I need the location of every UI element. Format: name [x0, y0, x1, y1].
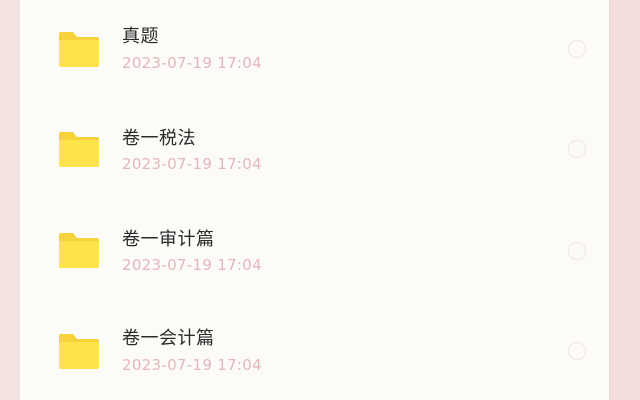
file-name: 卷一会计篇: [122, 328, 215, 349]
file-timestamp: 2023-07-19 17:04: [122, 256, 262, 274]
right-background: [610, 0, 640, 400]
file-list-item[interactable]: 卷一审计篇 2023-07-19 17:04: [20, 200, 610, 300]
more-options-icon[interactable]: [568, 40, 586, 58]
file-name: 卷一审计篇: [122, 229, 215, 250]
more-options-icon[interactable]: [568, 140, 586, 158]
file-name: 卷一税法: [122, 128, 196, 149]
folder-icon: [57, 30, 101, 68]
folder-icon: [57, 231, 101, 269]
folder-icon: [57, 130, 101, 168]
left-background: [0, 0, 20, 400]
file-list-panel: 真题 2023-07-19 17:04 卷一税法 2023-07-19 17:0…: [20, 0, 610, 400]
file-list-item[interactable]: 卷一会计篇 2023-07-19 17:04: [20, 300, 610, 400]
more-options-icon[interactable]: [568, 342, 586, 360]
file-timestamp: 2023-07-19 17:04: [122, 356, 262, 374]
file-list-item[interactable]: 真题 2023-07-19 17:04: [20, 0, 610, 100]
file-list-item[interactable]: 卷一税法 2023-07-19 17:04: [20, 100, 610, 200]
more-options-icon[interactable]: [568, 242, 586, 260]
file-timestamp: 2023-07-19 17:04: [122, 155, 262, 173]
folder-icon: [57, 332, 101, 370]
file-name: 真题: [122, 26, 159, 47]
file-timestamp: 2023-07-19 17:04: [122, 54, 262, 72]
